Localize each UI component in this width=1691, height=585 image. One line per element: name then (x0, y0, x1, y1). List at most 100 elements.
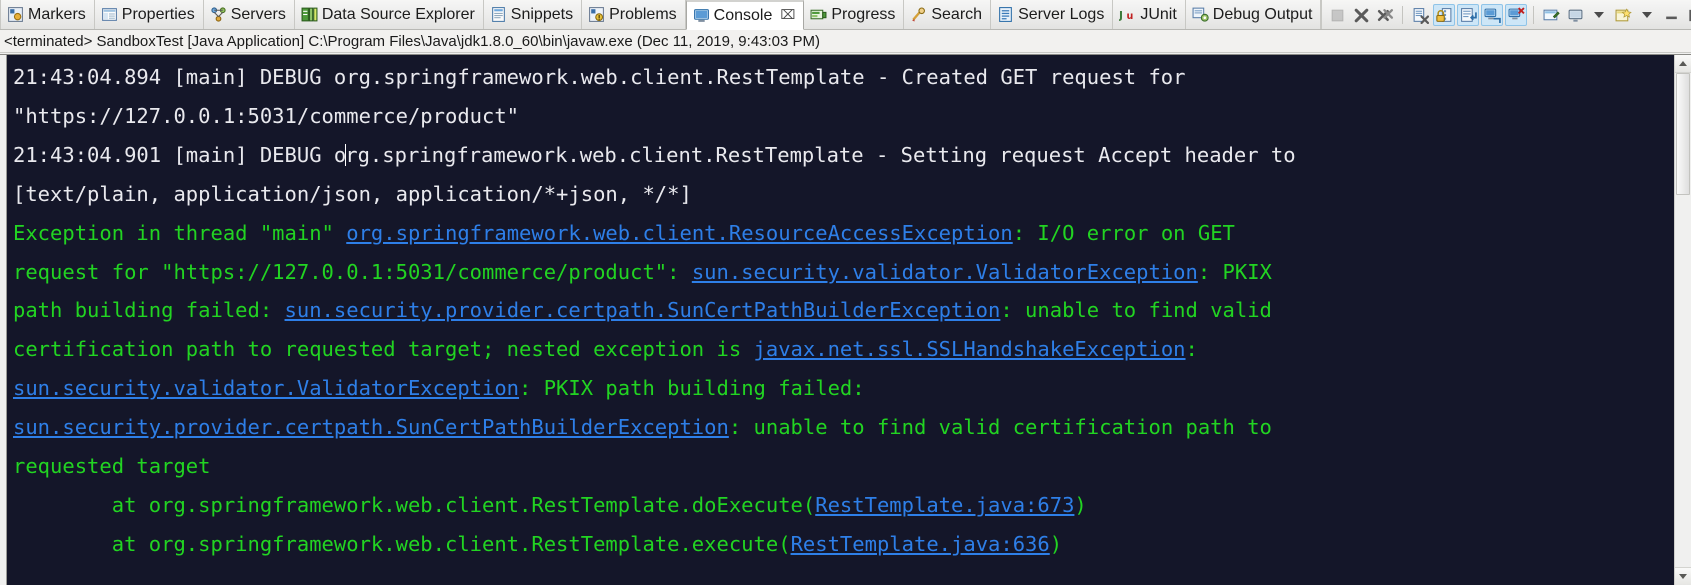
open-console-dropdown[interactable] (1636, 4, 1658, 26)
tab-data-source-explorer[interactable]: Data Source Explorer (295, 0, 484, 29)
console-text: : unable to find valid certification pat… (729, 415, 1272, 439)
console-text: certification path to requested target; … (13, 337, 754, 361)
tab-label: Data Source Explorer (322, 7, 475, 23)
snippets-icon (490, 6, 507, 23)
show-console-on-error-button[interactable] (1505, 4, 1527, 26)
console-hyperlink[interactable]: sun.security.validator.ValidatorExceptio… (692, 260, 1198, 284)
show-console-on-output-button[interactable] (1481, 4, 1503, 26)
console-vertical-scrollbar[interactable] (1674, 55, 1691, 585)
word-wrap-icon (1460, 7, 1477, 24)
scrollbar-thumb[interactable] (1676, 73, 1690, 195)
tab-label: Debug Output (1213, 7, 1313, 23)
console-text: "https://127.0.0.1:5031/commerce/product… (13, 104, 519, 128)
server-logs-icon (997, 6, 1014, 23)
tab-debug-output[interactable]: Debug Output (1186, 0, 1322, 29)
tab-junit[interactable]: Ju JUnit (1113, 0, 1185, 29)
console-text: path building failed: (13, 298, 285, 322)
console-hyperlink[interactable]: org.springframework.web.client.ResourceA… (346, 221, 1012, 245)
console-text: [text/plain, application/json, applicati… (13, 182, 692, 206)
problems-icon (588, 6, 605, 23)
chevron-down-icon (1594, 12, 1604, 18)
tab-label: JUnit (1140, 7, 1176, 23)
tab-progress[interactable]: Progress (804, 0, 904, 29)
chevron-down-icon (1642, 12, 1652, 18)
maximize-view-button[interactable] (1684, 4, 1691, 26)
tab-label: Servers (231, 7, 286, 23)
console-line: "https://127.0.0.1:5031/commerce/product… (13, 97, 1674, 136)
svg-text:u: u (1127, 11, 1134, 22)
launch-status-line: <terminated> SandboxTest [Java Applicati… (0, 30, 1691, 53)
console-line: 21:43:04.901 [main] DEBUG org.springfram… (13, 136, 1674, 175)
tab-properties[interactable]: Properties (95, 0, 204, 29)
console-hyperlink[interactable]: RestTemplate.java:636 (791, 532, 1050, 556)
console-text: Exception in thread "main" (13, 221, 346, 245)
console-hyperlink[interactable]: sun.security.provider.certpath.SunCertPa… (285, 298, 1001, 322)
console-text: 21:43:04.901 [main] DEBUG org.springfram… (13, 143, 1296, 167)
debug-output-icon (1192, 6, 1209, 23)
console-output[interactable]: 21:43:04.894 [main] DEBUG org.springfram… (7, 55, 1674, 585)
pin-console-button[interactable] (1540, 4, 1562, 26)
properties-icon (101, 6, 118, 23)
scroll-up-arrow-icon[interactable] (1675, 55, 1691, 73)
console-line: at org.springframework.web.client.RestTe… (13, 486, 1674, 525)
tab-server-logs[interactable]: Server Logs (991, 0, 1113, 29)
console-hyperlink[interactable]: RestTemplate.java:673 (815, 493, 1074, 517)
scroll-lock-icon (1436, 7, 1453, 24)
tab-problems[interactable]: Problems (582, 0, 686, 29)
display-selected-console-button[interactable] (1564, 4, 1586, 26)
minimize-icon (1663, 7, 1680, 24)
console-text: : I/O error on GET (1013, 221, 1235, 245)
tab-snippets[interactable]: Snippets (484, 0, 582, 29)
console-line: Exception in thread "main" org.springfra… (13, 214, 1674, 253)
tab-label: Console (714, 8, 773, 24)
minimize-view-button[interactable] (1660, 4, 1682, 26)
console-hyperlink[interactable]: sun.security.provider.certpath.SunCertPa… (13, 415, 729, 439)
word-wrap-button[interactable] (1457, 4, 1479, 26)
open-console-button[interactable] (1612, 4, 1634, 26)
terminate-button (1326, 4, 1348, 26)
console-text: ) (1050, 532, 1062, 556)
separator-2 (1533, 6, 1534, 24)
console-hyperlink[interactable]: javax.net.ssl.SSLHandshakeException (754, 337, 1186, 361)
console-line: sun.security.provider.certpath.SunCertPa… (13, 408, 1674, 447)
data-source-explorer-icon (301, 6, 318, 23)
console-text: request for "https://127.0.0.1:5031/comm… (13, 260, 692, 284)
console-text: : PKIX (1198, 260, 1272, 284)
console-text: 21:43:04.894 [main] DEBUG org.springfram… (13, 65, 1186, 89)
console-text: at org.springframework.web.client.RestTe… (13, 493, 815, 517)
console-text: requested target (13, 454, 210, 478)
show-console-stderr-icon (1508, 7, 1525, 24)
console-line: at org.springframework.web.client.RestTe… (13, 525, 1674, 564)
remove-all-terminated-button[interactable] (1374, 4, 1396, 26)
progress-icon (810, 6, 827, 23)
close-icon[interactable]: ⌧ (780, 8, 795, 23)
remove-x-icon (1353, 7, 1370, 24)
console-line: sun.security.validator.ValidatorExceptio… (13, 369, 1674, 408)
console-line: certification path to requested target; … (13, 330, 1674, 369)
scroll-lock-button[interactable] (1433, 4, 1455, 26)
tab-label: Search (931, 7, 982, 23)
console-text: at org.springframework.web.client.RestTe… (13, 532, 791, 556)
tab-label: Snippets (511, 7, 573, 23)
console-line: [text/plain, application/json, applicati… (13, 175, 1674, 214)
console-line: requested target (13, 447, 1674, 486)
svg-text:J: J (1119, 9, 1123, 22)
tab-markers[interactable]: Markers (0, 0, 95, 29)
clear-console-icon (1412, 7, 1429, 24)
display-selected-console-dropdown[interactable] (1588, 4, 1610, 26)
show-console-stdout-icon (1484, 7, 1501, 24)
remove-launch-button[interactable] (1350, 4, 1372, 26)
console-text: 21:43:04.901 [main] DEBUG o (13, 143, 346, 167)
tab-search[interactable]: Search (904, 0, 991, 29)
view-toolbar (1322, 0, 1691, 30)
new-console-icon (1615, 7, 1632, 24)
clear-console-button[interactable] (1409, 4, 1431, 26)
console-line: path building failed: sun.security.provi… (13, 291, 1674, 330)
scroll-down-arrow-icon[interactable] (1675, 567, 1691, 585)
tab-console[interactable]: Console ⌧ (686, 0, 805, 30)
console-line: request for "https://127.0.0.1:5031/comm… (13, 253, 1674, 292)
console-hyperlink[interactable]: sun.security.validator.ValidatorExceptio… (13, 376, 519, 400)
tab-servers[interactable]: Servers (204, 0, 295, 29)
view-tab-bar: MarkersProperties Servers Data Source Expl… (0, 0, 1691, 30)
pin-console-icon (1543, 7, 1560, 24)
